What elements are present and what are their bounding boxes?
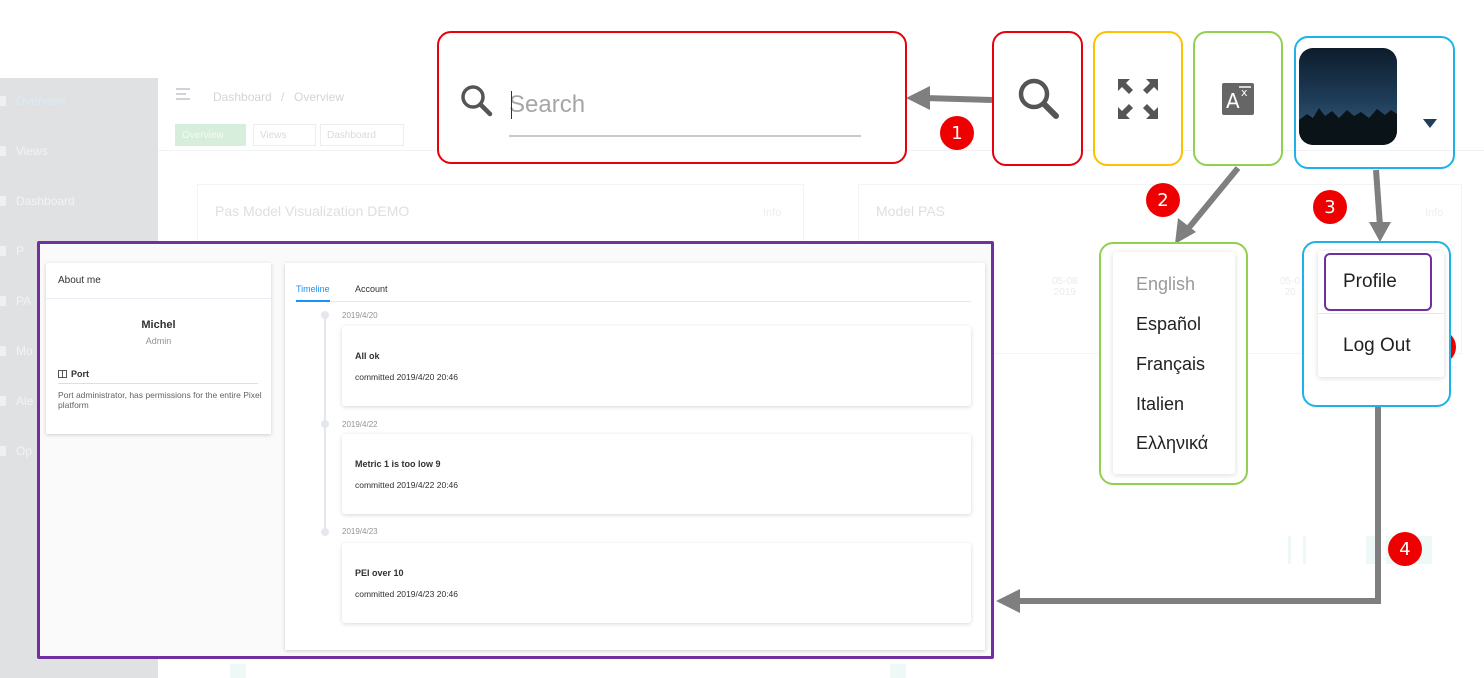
timeline-date: 2019/4/20 — [342, 311, 378, 320]
arrow-4-head — [996, 589, 1020, 613]
about-me-title: About me — [58, 275, 101, 286]
timeline-entry-commit: committed 2019/4/23 20:46 — [355, 589, 459, 599]
search-input[interactable] — [509, 87, 861, 123]
language-button[interactable]: A x — [1193, 31, 1283, 166]
caret-down-icon[interactable] — [1423, 119, 1437, 128]
search-icon — [1018, 78, 1059, 119]
avatar[interactable] — [1299, 48, 1397, 145]
language-option-french[interactable]: Français — [1136, 354, 1205, 375]
search-box — [437, 31, 907, 164]
tab-account[interactable]: Account — [355, 284, 388, 294]
annotation-badge-1: 1 — [940, 116, 974, 150]
about-me-card: About me Michel Admin Port Port administ… — [46, 263, 271, 434]
annotation-badge-3: 3 — [1313, 190, 1347, 224]
avatar-picture — [1299, 48, 1397, 145]
timeline-dot — [321, 528, 329, 536]
user-role: Admin — [145, 336, 172, 346]
timeline-entry-title: PEI over 10 — [355, 568, 404, 578]
search-icon — [461, 85, 493, 117]
annotation-badge-2: 2 — [1146, 183, 1180, 217]
language-option-greek[interactable]: Ελληνικά — [1136, 433, 1208, 454]
port-description: Port administrator, has permissions for … — [58, 390, 262, 410]
language-option-spanish[interactable]: Español — [1136, 314, 1201, 335]
timeline-card: Timeline Account 2019/4/20 All ok commit… — [285, 263, 985, 650]
timeline-dot — [321, 420, 329, 428]
fullscreen-icon — [1118, 78, 1158, 119]
port-section-title: Port — [58, 369, 89, 379]
menu-item-logout[interactable]: Log Out — [1343, 335, 1411, 357]
divider — [58, 383, 258, 384]
timeline-date: 2019/4/22 — [342, 420, 378, 429]
text-cursor — [511, 91, 512, 119]
fullscreen-button[interactable] — [1093, 31, 1183, 166]
tabs-divider — [296, 301, 971, 302]
tab-timeline[interactable]: Timeline — [296, 284, 330, 294]
svg-text:A: A — [1226, 89, 1240, 113]
timeline-entry-title: All ok — [355, 351, 380, 361]
user-name: Michel — [141, 319, 176, 331]
divider — [46, 298, 271, 299]
arrow-3 — [1373, 169, 1383, 227]
menu-item-profile[interactable]: Profile — [1343, 271, 1397, 293]
svg-text:x: x — [1241, 86, 1248, 99]
book-icon — [58, 370, 67, 378]
language-option-italian[interactable]: Italien — [1136, 394, 1184, 415]
arrow-1 — [924, 95, 993, 103]
timeline-entry-commit: committed 2019/4/22 20:46 — [355, 480, 459, 490]
menu-divider — [1318, 313, 1444, 314]
timeline-date: 2019/4/23 — [342, 527, 378, 536]
timeline-entry: PEI over 10 committed 2019/4/23 20:46 — [342, 543, 971, 623]
profile-page-preview: About me Michel Admin Port Port administ… — [37, 241, 994, 659]
active-tab-indicator — [296, 300, 330, 302]
arrow-1-head — [906, 86, 930, 110]
timeline-entry-title: Metric 1 is too low 9 — [355, 459, 441, 469]
language-dropdown: English Español Français Italien Ελληνικ… — [1099, 242, 1248, 485]
search-button[interactable] — [992, 31, 1083, 166]
timeline-entry-commit: committed 2019/4/20 20:46 — [355, 372, 459, 382]
language-option-english[interactable]: English — [1136, 274, 1195, 295]
annotation-badge-4: 4 — [1388, 532, 1422, 566]
timeline-entry: All ok committed 2019/4/20 20:46 — [342, 326, 971, 406]
timeline-dot — [321, 311, 329, 319]
timeline-entry: Metric 1 is too low 9 committed 2019/4/2… — [342, 434, 971, 514]
arrow-2 — [1184, 166, 1241, 232]
translate-icon: A x — [1222, 82, 1254, 115]
search-underline — [509, 135, 861, 137]
user-dropdown: Profile Log Out — [1302, 241, 1451, 407]
arrow-3-head — [1369, 222, 1391, 242]
